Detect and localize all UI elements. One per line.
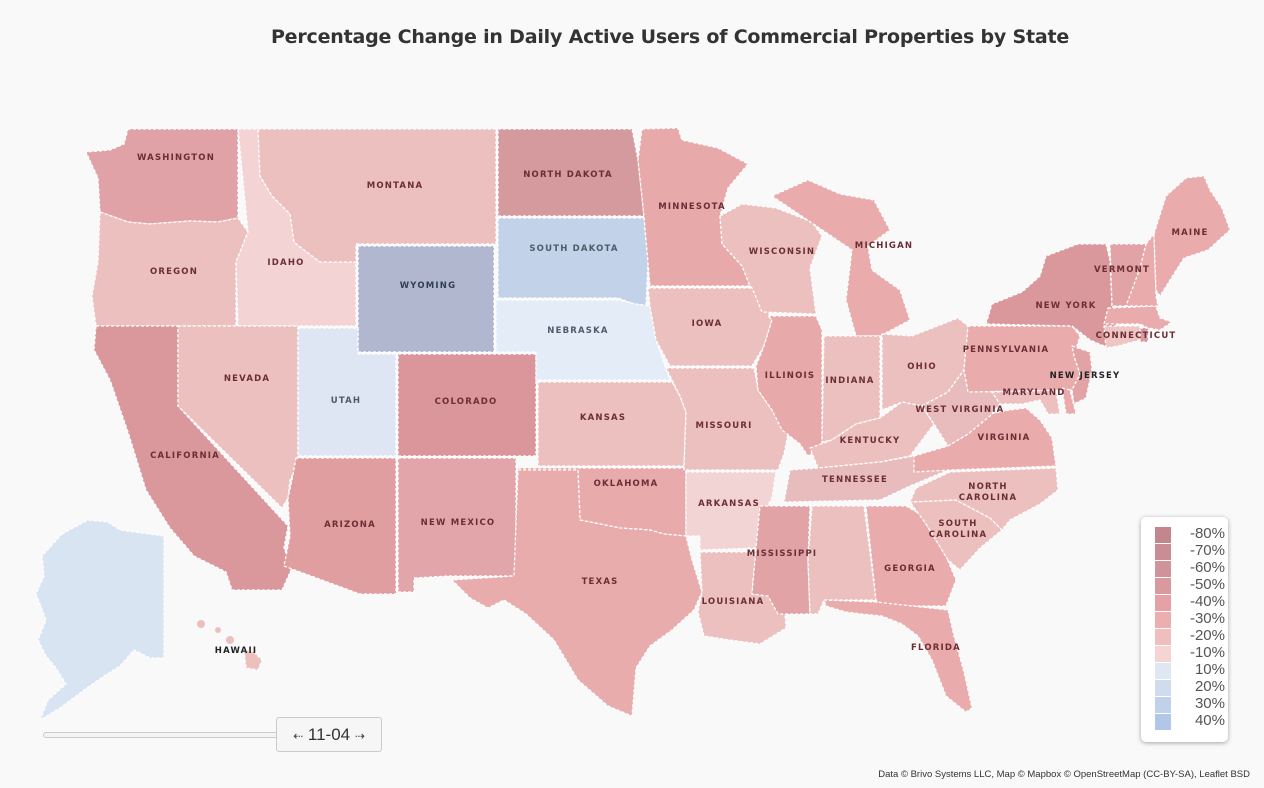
state-label: WISCONSIN: [749, 247, 815, 257]
state-pennsylvania[interactable]: [963, 325, 1081, 393]
state-alabama[interactable]: [807, 505, 877, 615]
state-label: KANSAS: [580, 413, 626, 423]
legend-swatch: [1155, 544, 1171, 560]
legend-label: 40%: [1194, 712, 1225, 729]
legend-swatch: [1155, 663, 1171, 679]
state-label: VERMONT: [1094, 265, 1150, 275]
state-label: NEW JERSEY: [1050, 371, 1121, 381]
legend-label: -80%: [1189, 525, 1225, 542]
state-label: MAINE: [1171, 228, 1208, 238]
timeline-date-control[interactable]: ⇠ 11-04 ⇢: [276, 717, 382, 752]
legend-label: -40%: [1189, 593, 1225, 610]
state-label: OKLAHOMA: [594, 479, 659, 489]
state-label: MARYLAND: [1002, 388, 1065, 398]
legend-label: -70%: [1189, 542, 1225, 559]
hawaii-island[interactable]: [197, 620, 205, 628]
state-label: NEW MEXICO: [421, 518, 496, 528]
state-label: LOUISIANA: [702, 597, 765, 607]
state-label: GEORGIA: [884, 564, 936, 574]
state-label: MONTANA: [367, 181, 424, 191]
state-label: NEVADA: [224, 374, 270, 384]
state-label: ARIZONA: [324, 520, 376, 530]
legend-label: 10%: [1194, 661, 1225, 678]
state-label: IOWA: [692, 319, 723, 329]
state-label: INDIANA: [825, 376, 874, 386]
legend-label: 30%: [1194, 695, 1225, 712]
state-label: MISSISSIPPI: [747, 549, 818, 559]
state-label: TENNESSEE: [822, 475, 888, 485]
legend-swatch: [1155, 595, 1171, 611]
choropleth-map[interactable]: WASHINGTON OREGON CALIFORNIA IDAHO NEVADA MON…: [0, 0, 1264, 788]
state-south-dakota[interactable]: [497, 217, 649, 307]
state-label: UTAH: [331, 396, 362, 406]
state-label: VIRGINIA: [978, 433, 1031, 443]
state-label: NEW YORK: [1035, 301, 1096, 311]
state-label: NEBRASKA: [547, 326, 608, 336]
state-label: COLORADO: [435, 397, 498, 407]
legend-label: -10%: [1189, 644, 1225, 661]
legend-swatch: [1155, 612, 1171, 628]
state-label: OREGON: [150, 267, 198, 277]
state-washington[interactable]: [85, 128, 239, 225]
state-florida[interactable]: [823, 599, 973, 713]
state-label: WYOMING: [400, 281, 457, 291]
state-alaska[interactable]: [35, 519, 165, 721]
state-wyoming[interactable]: [357, 245, 495, 353]
next-date-arrow-icon[interactable]: ⇢: [355, 729, 365, 743]
state-label: CONNECTICUT: [1096, 331, 1177, 341]
current-date: 11-04: [307, 725, 351, 744]
state-label: WASHINGTON: [137, 153, 215, 163]
legend-swatch: [1155, 680, 1171, 696]
legend-item: 40%: [1155, 712, 1225, 731]
state-label: ILLINOIS: [765, 371, 815, 381]
legend-swatch: [1155, 629, 1171, 645]
state-label: MICHIGAN: [855, 241, 913, 251]
legend-swatch: [1155, 561, 1171, 577]
legend-label: -20%: [1189, 627, 1225, 644]
state-label: IDAHO: [267, 258, 304, 268]
legend-swatch: [1155, 527, 1171, 543]
legend-label: -30%: [1189, 610, 1225, 627]
state-label: CALIFORNIA: [150, 451, 220, 461]
state-kansas[interactable]: [537, 381, 687, 467]
state-label: MISSOURI: [696, 421, 753, 431]
state-label: SOUTH DAKOTA: [529, 244, 618, 254]
state-label: HAWAII: [215, 646, 257, 656]
state-label: WEST VIRGINIA: [916, 405, 1005, 415]
hawaii-island[interactable]: [226, 636, 234, 644]
state-label: OHIO: [907, 362, 937, 372]
state-label: ARKANSAS: [698, 499, 760, 509]
legend-swatch: [1155, 714, 1171, 730]
state-label: TEXAS: [582, 577, 619, 587]
legend-swatch: [1155, 578, 1171, 594]
legend-label: -50%: [1189, 576, 1225, 593]
legend: -80% -70% -60% -50% -40% -30% -20% -10% 10% 20% 30…: [1141, 517, 1228, 742]
legend-swatch: [1155, 646, 1171, 662]
state-label: KENTUCKY: [840, 436, 901, 446]
state-label: MINNESOTA: [658, 202, 726, 212]
timeline-slider-track[interactable]: [43, 732, 285, 738]
legend-swatch: [1155, 697, 1171, 713]
prev-date-arrow-icon[interactable]: ⇠: [293, 729, 303, 743]
legend-label: -60%: [1189, 559, 1225, 576]
hawaii-island[interactable]: [215, 627, 221, 633]
state-label: FLORIDA: [911, 643, 961, 653]
state-label: PENNSYLVANIA: [963, 345, 1050, 355]
map-attribution: Data © Brivo Systems LLC, Map © Mapbox ©…: [878, 769, 1250, 780]
state-label: NORTH DAKOTA: [523, 170, 613, 180]
legend-label: 20%: [1194, 678, 1225, 695]
